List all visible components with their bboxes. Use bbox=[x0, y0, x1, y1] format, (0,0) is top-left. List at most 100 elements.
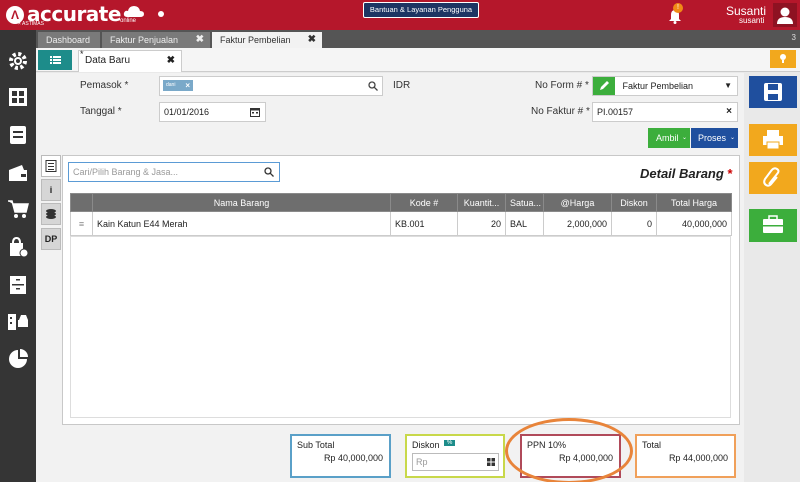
no-faktur-value: PI.00157 bbox=[597, 107, 634, 117]
tab-faktur-pembelian[interactable]: Faktur Pembelian ✖ bbox=[212, 32, 322, 48]
total-value: Rp 44,000,000 bbox=[668, 453, 728, 463]
calendar-icon[interactable] bbox=[250, 107, 260, 117]
ledger-icon[interactable] bbox=[7, 124, 29, 146]
briefcase-icon bbox=[763, 215, 783, 233]
cell-total-harga[interactable]: 40,000,000 bbox=[656, 211, 732, 236]
diskon-placeholder: Rp bbox=[416, 457, 428, 467]
coins-stack-icon bbox=[46, 209, 56, 219]
cell-kuantitas[interactable]: 20 bbox=[457, 211, 506, 236]
detail-title-text: Detail Barang bbox=[640, 166, 724, 181]
total-label: Total bbox=[642, 440, 662, 450]
cell-diskon[interactable]: 0 bbox=[611, 211, 657, 236]
shopping-bag-add-icon[interactable] bbox=[7, 236, 29, 258]
document-tab-bar: Dashboard Faktur Penjualan ✖ Faktur Pemb… bbox=[36, 30, 800, 48]
column-header-harga[interactable]: @Harga bbox=[543, 193, 612, 212]
cell-nama-barang[interactable]: Kain Katun E44 Merah bbox=[92, 211, 391, 236]
paperclip-icon bbox=[763, 167, 780, 187]
building-grid-icon[interactable] bbox=[7, 86, 29, 108]
tab-faktur-penjualan[interactable]: Faktur Penjualan ✖ bbox=[102, 32, 210, 48]
info-tab[interactable]: i bbox=[41, 179, 61, 201]
close-icon[interactable]: ✖ bbox=[308, 32, 316, 48]
column-header-kuantitas[interactable]: Kuantit... bbox=[457, 193, 506, 212]
cloud-icon bbox=[123, 6, 144, 17]
tools-button[interactable] bbox=[749, 209, 797, 242]
column-header-kode[interactable]: Kode # bbox=[390, 193, 458, 212]
tips-button[interactable] bbox=[770, 50, 796, 68]
detail-barang-title: Detail Barang * bbox=[640, 166, 733, 181]
total-box: Total Rp 44,000,000 bbox=[635, 434, 736, 478]
user-subname: susanti bbox=[739, 16, 765, 25]
print-button[interactable] bbox=[749, 124, 797, 156]
tab-count: 3 bbox=[791, 33, 796, 42]
table-row[interactable]: ≡ Kain Katun E44 Merah KB.001 20 BAL 2,0… bbox=[70, 211, 732, 236]
proses-button[interactable]: Proses ⌄ bbox=[691, 128, 738, 148]
column-header-satuan[interactable]: Satua... bbox=[505, 193, 544, 212]
company-vehicle-icon[interactable] bbox=[7, 310, 29, 332]
tab-dashboard[interactable]: Dashboard bbox=[38, 32, 100, 48]
tanggal-value: 01/01/2016 bbox=[164, 107, 210, 117]
tanggal-field[interactable]: 01/01/2016 bbox=[159, 102, 266, 122]
column-header-nama-barang[interactable]: Nama Barang bbox=[92, 193, 391, 212]
gear-icon[interactable] bbox=[7, 50, 29, 72]
avatar[interactable] bbox=[773, 3, 797, 27]
wallet-icon[interactable] bbox=[7, 162, 29, 184]
item-search-input[interactable]: Cari/Pilih Barang & Jasa... bbox=[68, 162, 280, 182]
form-subbar: * Data Baru ✖ bbox=[36, 48, 800, 72]
document-list-icon bbox=[45, 160, 57, 172]
pemasok-label: Pemasok * bbox=[80, 80, 129, 91]
currency-label: IDR bbox=[393, 80, 411, 91]
status-dot bbox=[158, 11, 164, 17]
tab-data-baru[interactable]: * Data Baru ✖ bbox=[78, 49, 182, 72]
search-icon[interactable] bbox=[264, 167, 274, 177]
floppy-disk-icon bbox=[764, 83, 782, 101]
detail-list-tab[interactable] bbox=[41, 155, 61, 177]
ambil-label: Ambil bbox=[656, 133, 679, 143]
dp-tab[interactable]: DP bbox=[41, 228, 61, 250]
list-menu-button[interactable] bbox=[38, 50, 72, 70]
ambil-button[interactable]: Ambil ⌄ bbox=[648, 128, 690, 148]
table-empty-area bbox=[70, 236, 731, 418]
clear-icon[interactable]: × bbox=[726, 103, 732, 121]
search-icon[interactable] bbox=[368, 81, 378, 91]
logo-subtext: × ASTIMAS bbox=[18, 21, 44, 27]
cell-harga[interactable]: 2,000,000 bbox=[543, 211, 612, 236]
save-button[interactable] bbox=[749, 76, 797, 108]
cell-satuan[interactable]: BAL bbox=[505, 211, 544, 236]
column-header-total-harga[interactable]: Total Harga bbox=[656, 193, 732, 212]
tab-label: Faktur Pembelian bbox=[220, 35, 291, 45]
no-faktur-label: No Faktur # * bbox=[531, 106, 590, 117]
accurate-logo[interactable]: Λ accurate × ASTIMAS online bbox=[6, 2, 146, 28]
subtotal-label: Sub Total bbox=[297, 440, 335, 450]
cell-kode[interactable]: KB.001 bbox=[390, 211, 458, 236]
calculator-icon[interactable] bbox=[487, 458, 495, 466]
percent-toggle[interactable]: % bbox=[444, 440, 456, 446]
no-form-select[interactable]: Faktur Pembelian ▼ bbox=[592, 76, 738, 96]
close-icon[interactable]: ✖ bbox=[167, 51, 175, 71]
tab-label: Data Baru bbox=[85, 55, 131, 66]
no-faktur-field[interactable]: PI.00157 × bbox=[592, 102, 738, 122]
diskon-amount-input[interactable]: Rp bbox=[412, 453, 499, 471]
dp-label: DP bbox=[44, 234, 58, 244]
chevron-down-icon[interactable]: ▼ bbox=[724, 77, 732, 95]
printer-icon bbox=[763, 130, 783, 150]
edit-pencil-icon[interactable] bbox=[593, 77, 615, 95]
table-header-row: Nama Barang Kode # Kuantit... Satua... @… bbox=[70, 193, 732, 212]
cart-icon[interactable] bbox=[7, 198, 29, 220]
help-support-button[interactable]: Bantuan & Layanan Pengguna bbox=[363, 2, 479, 18]
proses-label: Proses bbox=[698, 133, 727, 143]
pie-chart-icon[interactable] bbox=[7, 348, 29, 370]
tanggal-label: Tanggal * bbox=[80, 106, 122, 117]
chip-label: dani bbox=[166, 82, 176, 88]
row-drag-handle-icon[interactable]: ≡ bbox=[70, 211, 93, 236]
cost-tab[interactable] bbox=[41, 203, 61, 225]
diskon-box: Diskon % Rp bbox=[405, 434, 505, 478]
supplier-chip[interactable]: dani × bbox=[163, 80, 193, 91]
chip-close-icon[interactable]: × bbox=[185, 80, 190, 91]
logo-online-text: online bbox=[120, 18, 137, 24]
close-icon[interactable]: ✖ bbox=[196, 32, 204, 48]
column-header-diskon[interactable]: Diskon bbox=[611, 193, 657, 212]
cabinet-icon[interactable] bbox=[7, 274, 29, 296]
attachment-button[interactable] bbox=[749, 162, 797, 194]
list-icon bbox=[50, 56, 61, 64]
chevron-down-icon: ⌄ bbox=[729, 135, 735, 141]
